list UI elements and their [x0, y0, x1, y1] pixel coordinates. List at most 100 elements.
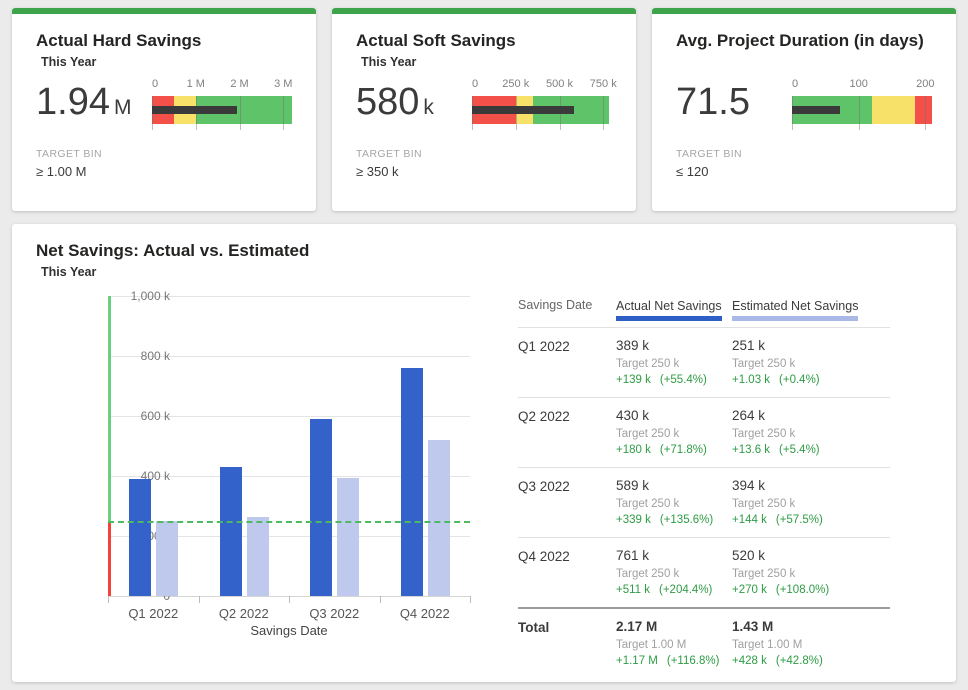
y-axis-label: 600 k	[141, 409, 170, 423]
column-header-estimated[interactable]: Estimated Net Savings	[732, 299, 890, 321]
y-axis-label: 800 k	[141, 349, 170, 363]
bullet-chart-hard-savings[interactable]: 0 1 M 2 M 3 M	[152, 78, 292, 124]
kpi-title: Actual Soft Savings	[356, 31, 612, 51]
y-axis-line-above-target	[108, 296, 111, 521]
bullet-bar	[472, 96, 612, 124]
estimated-cell: 251 k Target 250 k +1.03 k(+0.4%)	[732, 338, 890, 386]
target-bin-value: ≥ 1.00 M	[36, 164, 292, 179]
bullet-axis-labels: 0 1 M 2 M 3 M	[152, 78, 292, 94]
plot-area: 0200 k400 k600 k800 k1,000 kQ1 2022Q2 20…	[108, 296, 470, 596]
kpi-card-avg-project-duration[interactable]: Avg. Project Duration (in days) 71.5 0 10…	[652, 8, 956, 211]
net-savings-table: Savings Date Actual Net Savings Estimate…	[518, 298, 890, 678]
bar-actual-q3-2022[interactable]	[310, 419, 332, 596]
bullet-axis-labels: 0250 k500 k750 k	[472, 78, 612, 94]
target-bin-label: TARGET BIN	[36, 148, 292, 160]
kpi-card-actual-soft-savings[interactable]: Actual Soft Savings This Year 580k 0250 …	[332, 8, 636, 211]
kpi-title: Actual Hard Savings	[36, 31, 292, 51]
table-header-row: Savings Date Actual Net Savings Estimate…	[518, 298, 890, 328]
x-axis-label: Q1 2022	[128, 606, 178, 621]
target-reference-line	[108, 521, 470, 523]
bullet-tick-label: 0	[152, 78, 158, 90]
dashboard: Actual Hard Savings This Year 1.94M 0 1 M…	[0, 0, 968, 690]
x-axis-tick	[289, 596, 290, 603]
bullet-measure-bar	[472, 106, 574, 114]
bar-estimated-q2-2022[interactable]	[247, 517, 269, 596]
y-axis-line-below-target	[108, 521, 111, 596]
bullet-measure-bar	[792, 106, 840, 114]
bullet-tick-label: 0	[472, 78, 478, 90]
kpi-subtitle	[681, 55, 932, 70]
column-header-savings-date[interactable]: Savings Date	[518, 298, 616, 321]
bullet-tick-mark	[925, 96, 926, 130]
actual-cell: 2.17 M Target 1.00 M +1.17 M(+116.8%)	[616, 619, 732, 667]
target-bin-label: TARGET BIN	[356, 148, 612, 160]
bullet-tick-label: 750 k	[590, 78, 617, 90]
bar-estimated-q4-2022[interactable]	[428, 440, 450, 596]
x-axis-label: Q2 2022	[219, 606, 269, 621]
estimated-cell: 520 k Target 250 k +270 k(+108.0%)	[732, 548, 890, 596]
actual-cell: 589 k Target 250 k +339 k(+135.6%)	[616, 478, 732, 526]
bullet-tick-label: 200	[916, 78, 934, 90]
column-header-actual[interactable]: Actual Net Savings	[616, 299, 732, 321]
bullet-chart-soft-savings[interactable]: 0250 k500 k750 k	[472, 78, 612, 124]
kpi-unit: M	[114, 96, 132, 119]
actual-cell: 389 k Target 250 k +139 k(+55.4%)	[616, 338, 732, 386]
bar-estimated-q3-2022[interactable]	[337, 478, 359, 596]
estimated-header-underline	[732, 316, 858, 321]
table-row-q1[interactable]: Q1 2022 389 k Target 250 k +139 k(+55.4%…	[518, 328, 890, 398]
bar-actual-q4-2022[interactable]	[401, 368, 423, 596]
kpi-card-actual-hard-savings[interactable]: Actual Hard Savings This Year 1.94M 0 1 M…	[12, 8, 316, 211]
estimated-cell: 264 k Target 250 k +13.6 k(+5.4%)	[732, 408, 890, 456]
bar-actual-q1-2022[interactable]	[129, 479, 151, 596]
estimated-cell: 1.43 M Target 1.00 M +428 k(+42.8%)	[732, 619, 890, 667]
x-axis-title: Savings Date	[108, 623, 470, 638]
row-label: Total	[518, 619, 616, 667]
kpi-value: 1.94M	[36, 78, 138, 132]
actual-cell: 761 k Target 250 k +511 k(+204.4%)	[616, 548, 732, 596]
target-bin-label: TARGET BIN	[676, 148, 932, 160]
bullet-tick-label: 0	[792, 78, 798, 90]
table-row-q4[interactable]: Q4 2022 761 k Target 250 k +511 k(+204.4…	[518, 538, 890, 608]
net-savings-panel: Net Savings: Actual vs. Estimated This Y…	[12, 224, 956, 682]
bullet-bar	[152, 96, 292, 124]
actual-header-underline	[616, 316, 722, 321]
y-axis-label: 1,000 k	[131, 289, 170, 303]
bullet-tick-mark	[240, 96, 241, 130]
kpi-title: Avg. Project Duration (in days)	[676, 31, 932, 51]
kpi-unit: k	[423, 96, 434, 119]
table-row-q2[interactable]: Q2 2022 430 k Target 250 k +180 k(+71.8%…	[518, 398, 890, 468]
x-axis-tick	[470, 596, 471, 603]
bullet-tick-label: 500 k	[546, 78, 573, 90]
bullet-chart-project-duration[interactable]: 0 100 200	[792, 78, 932, 124]
row-label: Q3 2022	[518, 478, 616, 526]
bar-estimated-q1-2022[interactable]	[156, 521, 178, 596]
target-bin-value: ≤ 120	[676, 164, 932, 179]
bullet-zone-yellow	[872, 96, 915, 124]
x-axis-tick	[108, 596, 109, 603]
bullet-tick-label: 1 M	[187, 78, 205, 90]
bar-actual-q2-2022[interactable]	[220, 467, 242, 596]
bullet-tick-label: 3 M	[274, 78, 292, 90]
x-axis-label: Q4 2022	[400, 606, 450, 621]
net-savings-bar-chart[interactable]: 0200 k400 k600 k800 k1,000 kQ1 2022Q2 20…	[36, 286, 496, 676]
kpi-subtitle: This Year	[41, 55, 292, 70]
bullet-tick-label: 100	[849, 78, 867, 90]
kpi-row: Actual Hard Savings This Year 1.94M 0 1 M…	[12, 8, 956, 211]
bullet-axis-labels: 0 100 200	[792, 78, 932, 94]
row-label: Q4 2022	[518, 548, 616, 596]
x-axis-tick	[380, 596, 381, 603]
kpi-value: 580k	[356, 78, 458, 132]
kpi-value: 71.5	[676, 78, 778, 132]
x-axis-label: Q3 2022	[309, 606, 359, 621]
bullet-tick-mark	[603, 96, 604, 130]
bullet-tick-label: 2 M	[230, 78, 248, 90]
x-axis-tick	[199, 596, 200, 603]
bullet-zone-red	[915, 96, 932, 124]
table-row-q3[interactable]: Q3 2022 589 k Target 250 k +339 k(+135.6…	[518, 468, 890, 538]
bullet-tick-mark	[283, 96, 284, 130]
panel-subtitle: This Year	[41, 265, 932, 280]
estimated-cell: 394 k Target 250 k +144 k(+57.5%)	[732, 478, 890, 526]
table-row-total[interactable]: Total 2.17 M Target 1.00 M +1.17 M(+116.…	[518, 607, 890, 678]
row-label: Q2 2022	[518, 408, 616, 456]
bullet-bar	[792, 96, 932, 124]
